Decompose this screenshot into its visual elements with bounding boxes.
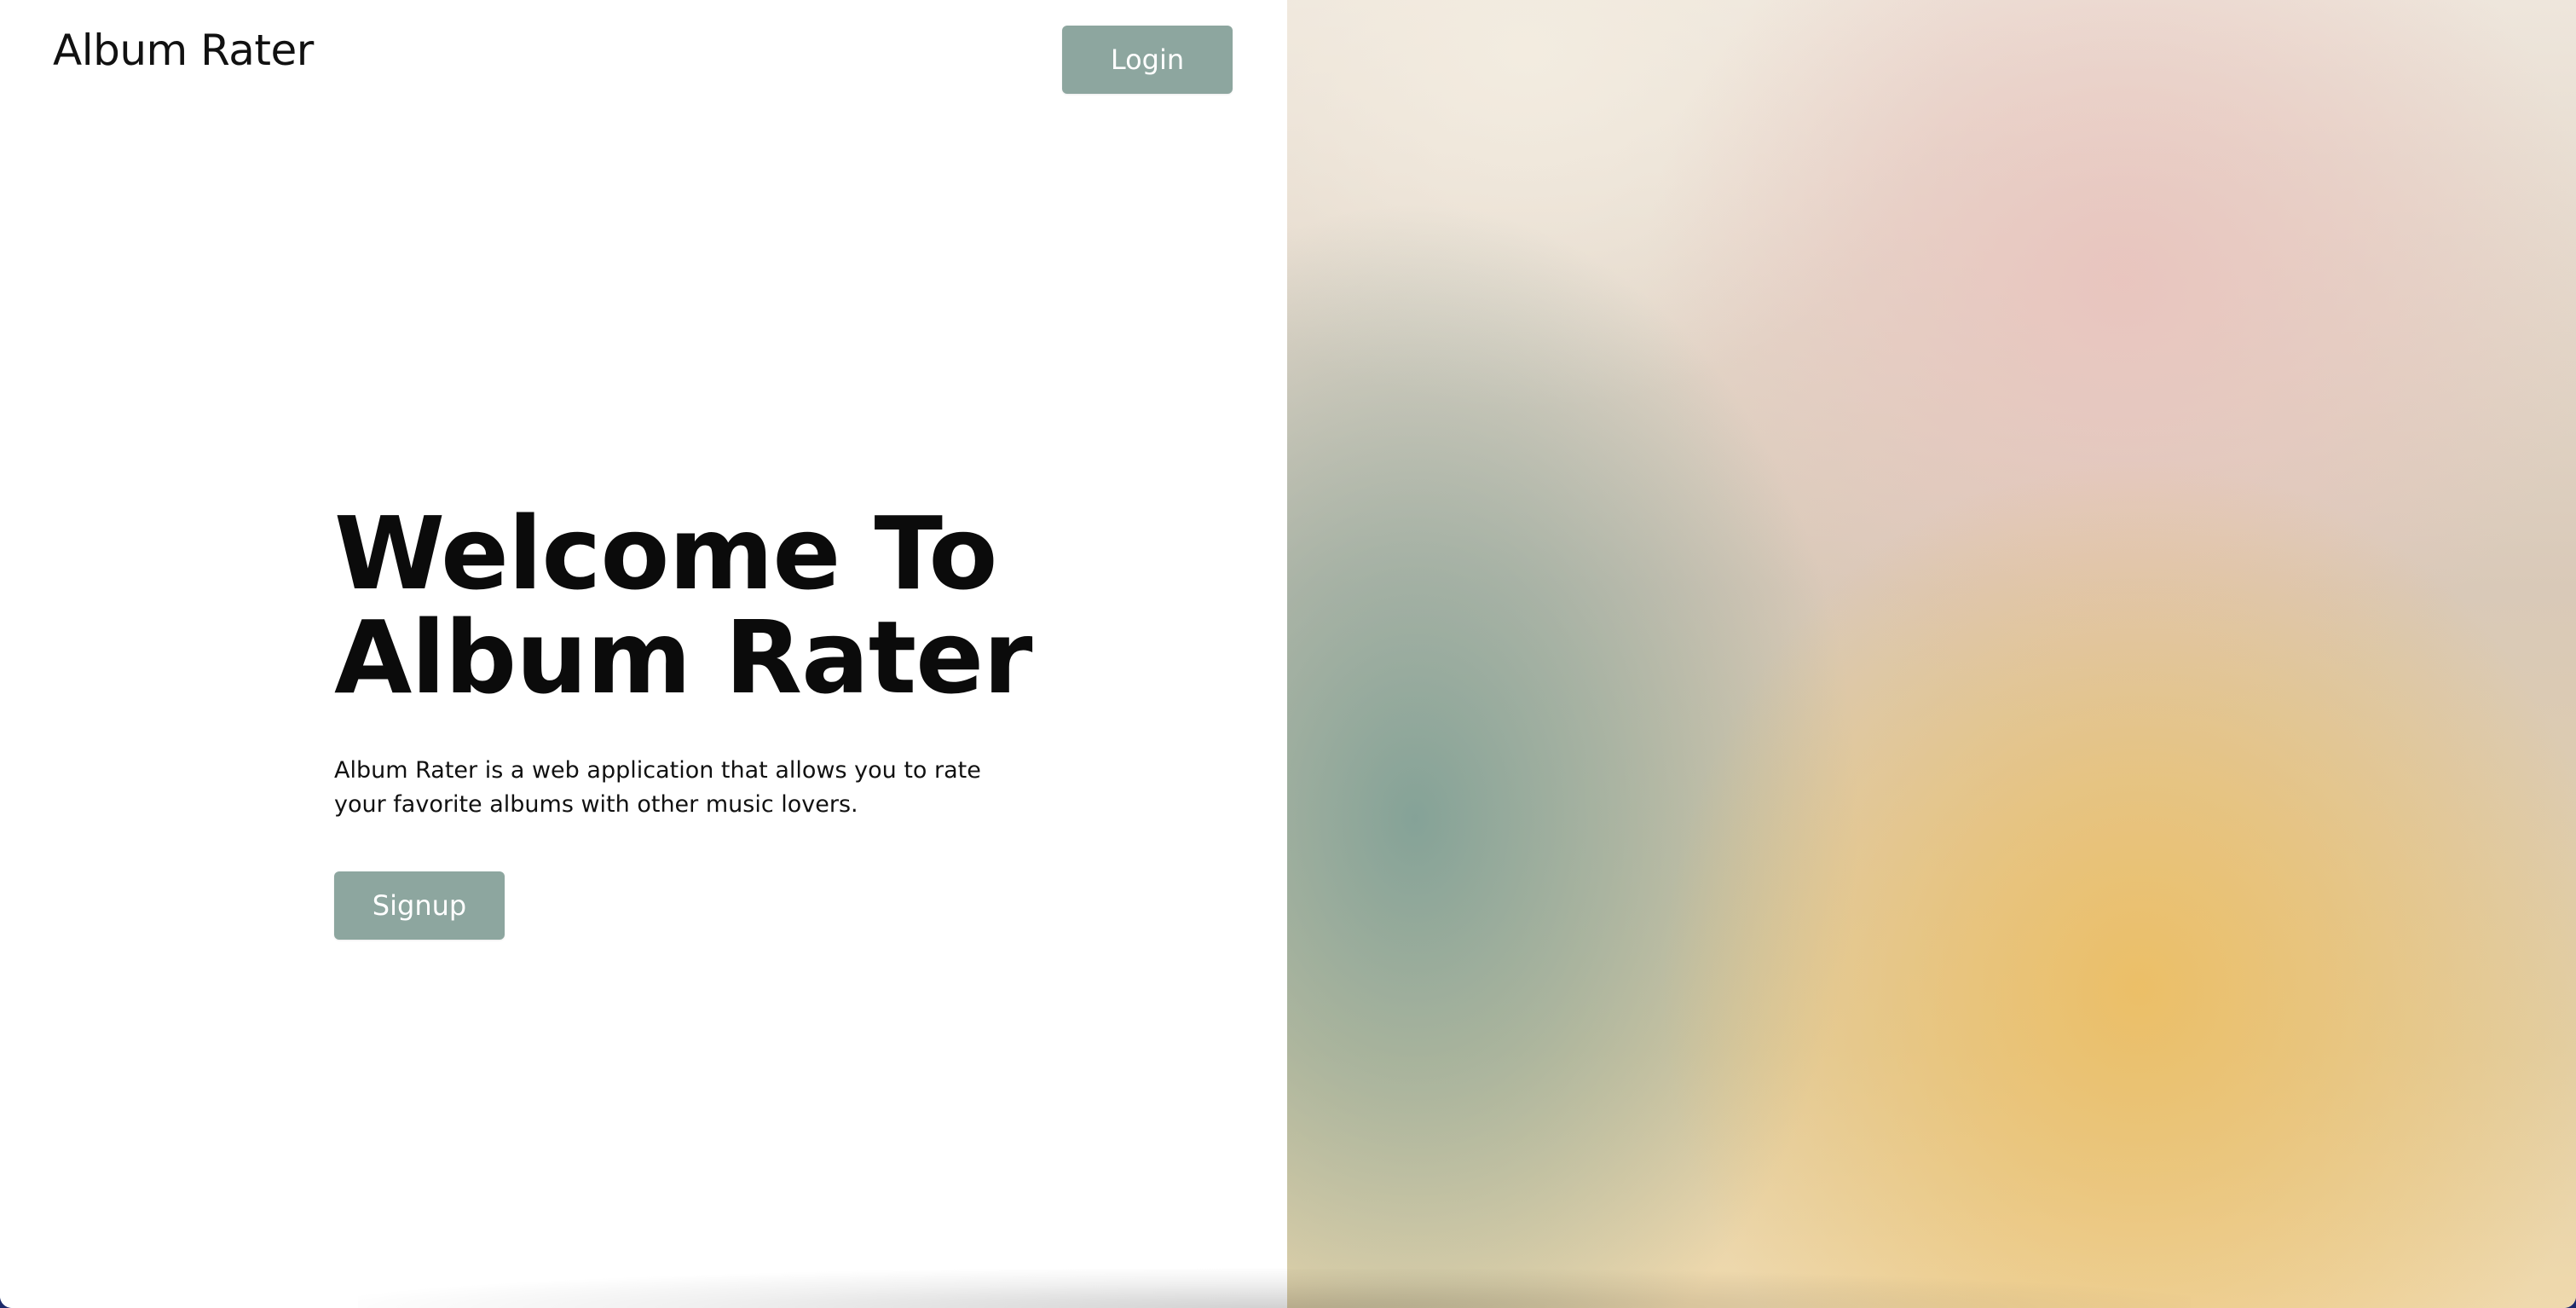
gradient-art-panel	[1287, 0, 2576, 1308]
hero-section: Welcome To Album Rater Album Rater is a …	[334, 501, 1033, 818]
landing-page: Album Rater Login Welcome To Album Rater…	[0, 0, 2576, 1308]
hero-title: Welcome To Album Rater	[334, 501, 1033, 709]
brand-title: Album Rater	[53, 26, 314, 75]
hero-title-line-2: Album Rater	[334, 599, 1032, 716]
hero-title-line-1: Welcome To	[334, 495, 997, 612]
hero-description: Album Rater is a web application that al…	[334, 757, 981, 818]
signup-button[interactable]: Signup	[334, 871, 505, 940]
login-button[interactable]: Login	[1062, 26, 1233, 94]
left-panel: Album Rater Login Welcome To Album Rater…	[0, 0, 1287, 1308]
